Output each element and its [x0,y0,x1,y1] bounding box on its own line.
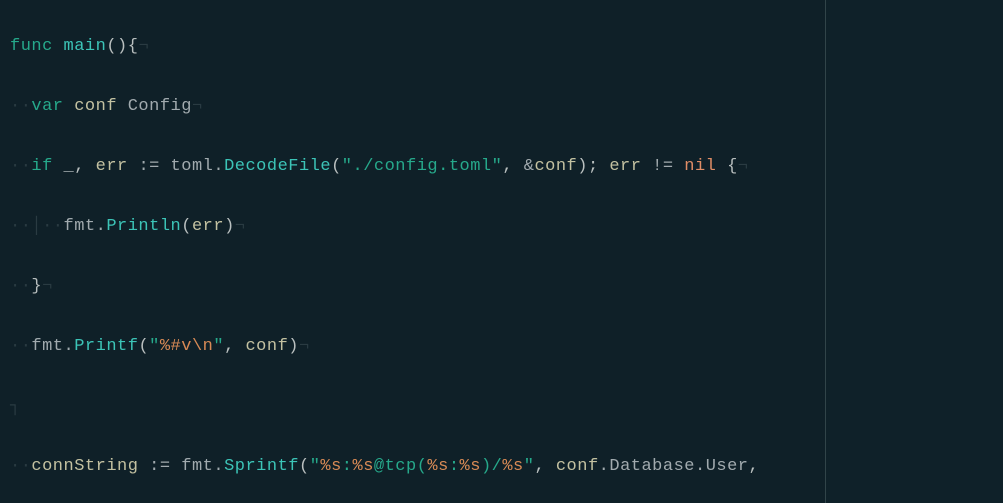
code-line: ··│··fmt.Println(err)¬ [10,212,825,242]
code-line: ··}¬ [10,272,825,302]
minimap-pane [826,0,1003,503]
code-line: func main(){¬ [10,32,825,62]
code-line: ··if _, err := toml.DecodeFile("./config… [10,152,825,182]
code-line: ··connString := fmt.Sprintf("%s:%s@tcp(%… [10,452,825,482]
code-editor[interactable]: func main(){¬ ··var conf Config¬ ··if _,… [0,0,825,503]
code-line: ┐ [10,392,825,422]
code-line: ··var conf Config¬ [10,92,825,122]
code-line: ··fmt.Printf("%#v\n", conf)¬ [10,332,825,362]
